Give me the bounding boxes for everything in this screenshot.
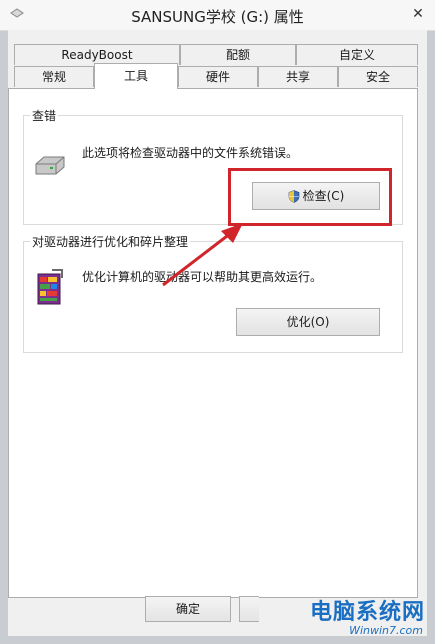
defrag-icon bbox=[37, 269, 63, 305]
watermark-title: 电脑系统网 bbox=[309, 600, 425, 625]
tab-row-back: ReadyBoost 配额 自定义 bbox=[8, 44, 427, 66]
tab-sharing[interactable]: 共享 bbox=[258, 66, 338, 87]
tab-general[interactable]: 常规 bbox=[14, 66, 94, 87]
tab-tools[interactable]: 工具 bbox=[94, 63, 178, 89]
annotation-arrow bbox=[162, 223, 243, 287]
optimize-button[interactable]: 优化(O) bbox=[236, 308, 380, 336]
title-bar[interactable]: SANSUNG学校 (G:) 属性 ✕ bbox=[0, 0, 435, 31]
error-check-group: 查错 此选项将检查驱动器中的文件系统错误。 检查(C) bbox=[23, 107, 403, 226]
watermark-url: Winwin7.com bbox=[349, 624, 423, 637]
tab-customize[interactable]: 自定义 bbox=[296, 44, 418, 65]
cancel-button-partial[interactable] bbox=[239, 596, 259, 622]
properties-window: SANSUNG学校 (G:) 属性 ✕ ReadyBoost 配额 自定义 常规… bbox=[0, 0, 435, 644]
close-button[interactable]: ✕ bbox=[407, 3, 429, 25]
highlight-box bbox=[228, 168, 392, 226]
dialog-client: ReadyBoost 配额 自定义 常规 工具 硬件 共享 安全 查错 此选项将… bbox=[8, 30, 427, 636]
watermark: 电脑系统网 Winwin7.com bbox=[281, 594, 431, 642]
window-title: SANSUNG学校 (G:) 属性 bbox=[131, 8, 304, 26]
error-check-description: 此选项将检查驱动器中的文件系统错误。 bbox=[82, 146, 299, 160]
tools-panel: 查错 此选项将检查驱动器中的文件系统错误。 检查(C) 对驱动器进行优化和碎片整… bbox=[8, 88, 418, 598]
tab-row-front: 常规 工具 硬件 共享 安全 bbox=[8, 63, 427, 89]
tab-hardware[interactable]: 硬件 bbox=[178, 66, 258, 87]
tab-security[interactable]: 安全 bbox=[338, 66, 418, 87]
tab-quota[interactable]: 配额 bbox=[180, 44, 296, 65]
drive-icon bbox=[35, 156, 65, 175]
tab-readyboost[interactable]: ReadyBoost bbox=[14, 44, 180, 65]
ok-button[interactable]: 确定 bbox=[145, 596, 231, 622]
error-check-title: 查错 bbox=[30, 107, 59, 124]
